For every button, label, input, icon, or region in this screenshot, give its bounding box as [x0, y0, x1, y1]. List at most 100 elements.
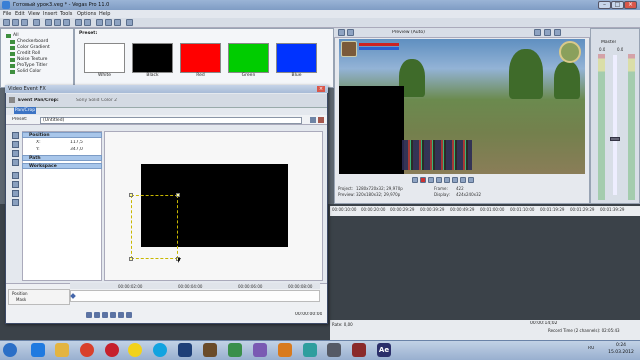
edit-tool-icon[interactable]: [96, 19, 103, 26]
tree-item[interactable]: Credit Roll: [17, 51, 40, 56]
close-icon[interactable]: ×: [317, 86, 325, 92]
split-screen-icon[interactable]: [347, 29, 354, 36]
fx-preset-select[interactable]: (Untitled): [40, 117, 302, 124]
save-icon[interactable]: [21, 19, 28, 26]
copy-snapshot-icon[interactable]: [544, 29, 551, 36]
menu-options[interactable]: Options: [77, 11, 96, 17]
overlays-icon[interactable]: [534, 29, 541, 36]
zoom-tool-icon[interactable]: [114, 19, 121, 26]
chrome-icon[interactable]: [80, 343, 94, 357]
close-icon[interactable]: ×: [624, 1, 637, 9]
crop-box[interactable]: [131, 195, 178, 259]
tree-item[interactable]: All: [13, 33, 19, 38]
swatch-black[interactable]: [132, 43, 173, 73]
swatch-blue[interactable]: [276, 43, 317, 73]
folder-icon[interactable]: [55, 343, 69, 357]
master-fader-track[interactable]: [613, 55, 617, 195]
app6-icon[interactable]: [352, 343, 366, 357]
next-frame-icon[interactable]: [460, 177, 466, 183]
section-workspace[interactable]: Workspace: [22, 163, 102, 169]
vegas-icon[interactable]: [178, 343, 192, 357]
app-icon[interactable]: [228, 343, 242, 357]
cut-icon[interactable]: [45, 19, 52, 26]
lock-aspect-icon[interactable]: [12, 141, 19, 148]
app4-icon[interactable]: [303, 343, 317, 357]
new-icon[interactable]: [3, 19, 10, 26]
prev-keyframe-icon[interactable]: [94, 312, 100, 318]
last-keyframe-icon[interactable]: [118, 312, 124, 318]
swatch-green[interactable]: [228, 43, 269, 73]
move-icon[interactable]: [12, 199, 19, 206]
preview-settings-icon[interactable]: [338, 29, 345, 36]
next-keyframe-icon[interactable]: [110, 312, 116, 318]
envelope-tool-icon[interactable]: [105, 19, 112, 26]
plugin-chain-icon[interactable]: [9, 97, 15, 103]
menu-help[interactable]: Help: [99, 11, 110, 17]
keyframe-marker[interactable]: [70, 293, 76, 299]
ae-icon[interactable]: Ae: [377, 343, 391, 357]
size-about-center-icon[interactable]: [12, 150, 19, 157]
show-properties-icon[interactable]: [12, 181, 19, 188]
zoom-edit-tool-icon[interactable]: [12, 172, 19, 179]
pause-icon[interactable]: [436, 177, 442, 183]
timeline-ruler[interactable]: 00:00:10:00 00:00:20:00 00:00:29:29 00:0…: [330, 206, 640, 216]
snap-to-grid-icon[interactable]: [12, 190, 19, 197]
undo-icon[interactable]: [75, 19, 82, 26]
preview-mode-select[interactable]: Preview (Auto): [392, 30, 425, 35]
tree-item[interactable]: ProType Titler: [17, 63, 47, 68]
y-value[interactable]: 347,0: [70, 147, 83, 152]
section-path[interactable]: Path: [22, 155, 102, 161]
app3-icon[interactable]: [278, 343, 292, 357]
record-icon[interactable]: [420, 177, 426, 183]
copy-icon[interactable]: [54, 19, 61, 26]
language-indicator[interactable]: RU: [588, 346, 594, 351]
app2-icon[interactable]: [253, 343, 267, 357]
help-icon[interactable]: [126, 19, 133, 26]
crop-handle[interactable]: [129, 257, 133, 261]
play-icon[interactable]: [102, 312, 108, 318]
open-icon[interactable]: [12, 19, 19, 26]
keyframe-ruler[interactable]: 00:00:02:00 00:00:04:00 00:00:06:00 00:0…: [70, 283, 320, 289]
tree-item[interactable]: Color Gradient: [17, 45, 50, 50]
delete-preset-icon[interactable]: [318, 117, 324, 123]
media-player-icon[interactable]: [31, 343, 45, 357]
crop-handle[interactable]: [129, 193, 133, 197]
prev-frame-icon[interactable]: [452, 177, 458, 183]
kf-position-label[interactable]: Position: [12, 291, 28, 296]
master-fader[interactable]: [610, 137, 620, 141]
keyframe-track[interactable]: [70, 290, 320, 302]
paste-icon[interactable]: [63, 19, 70, 26]
app5-icon[interactable]: [327, 343, 341, 357]
skype-icon[interactable]: [153, 343, 167, 357]
swatch-red[interactable]: [180, 43, 221, 73]
save-preset-icon[interactable]: [310, 117, 316, 123]
kf-mask-label[interactable]: Mask: [16, 297, 26, 302]
tree-item[interactable]: Solid Color: [17, 69, 41, 74]
menu-view[interactable]: View: [28, 11, 40, 17]
redo-icon[interactable]: [84, 19, 91, 26]
tree-item[interactable]: Checkerboard: [17, 39, 48, 44]
render-icon[interactable]: [33, 19, 40, 26]
x-value[interactable]: 117,5: [70, 140, 83, 145]
save-snapshot-icon[interactable]: [554, 29, 561, 36]
smiley-icon[interactable]: [128, 343, 142, 357]
fx-title-bar[interactable]: Video Event FX ×: [5, 85, 328, 93]
swatch-white[interactable]: [84, 43, 125, 73]
game-icon[interactable]: [203, 343, 217, 357]
opera-icon[interactable]: [105, 343, 119, 357]
normal-edit-tool-icon[interactable]: [12, 132, 19, 139]
play-icon[interactable]: [428, 177, 434, 183]
go-end-icon[interactable]: [468, 177, 474, 183]
menu-file[interactable]: File: [3, 11, 11, 17]
loop-icon[interactable]: [412, 177, 418, 183]
menu-insert[interactable]: Insert: [43, 11, 57, 17]
maximize-icon[interactable]: □: [611, 1, 624, 9]
tree-item[interactable]: Noise Texture: [17, 57, 47, 62]
minimize-icon[interactable]: –: [598, 1, 611, 9]
first-keyframe-icon[interactable]: [86, 312, 92, 318]
tab-pan-crop[interactable]: Pan/Crop: [14, 107, 36, 114]
clock[interactable]: 0:24 15.03.2012: [606, 342, 636, 356]
section-position[interactable]: Position: [22, 132, 102, 138]
crop-handle[interactable]: [176, 193, 180, 197]
menu-edit[interactable]: Edit: [15, 11, 25, 17]
